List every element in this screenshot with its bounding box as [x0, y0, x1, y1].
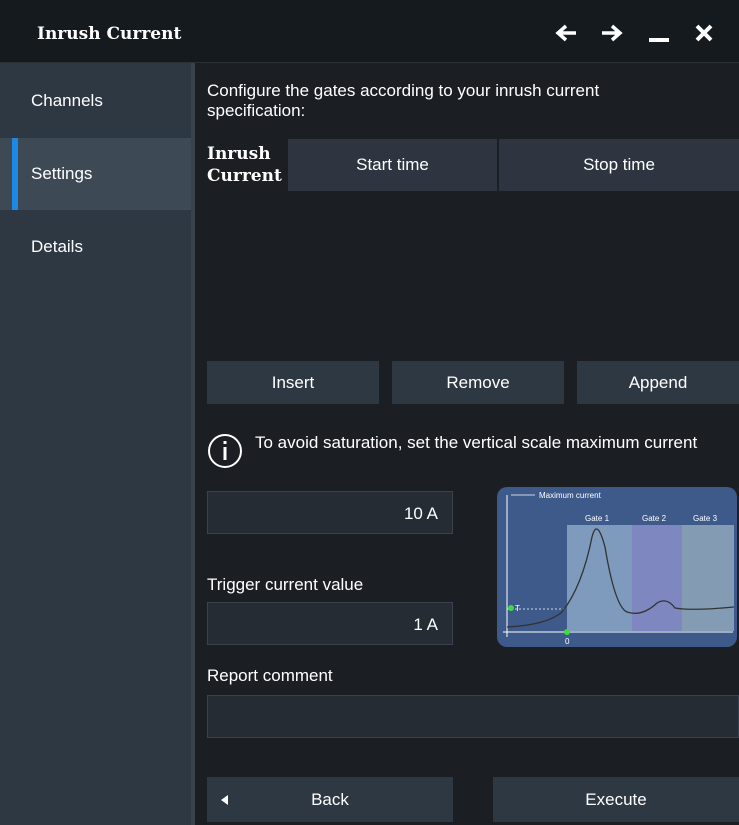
report-comment-field[interactable] — [207, 695, 739, 738]
inrush-diagram: Maximum current Gate 1 Gate 2 Gate 3 T 0 — [497, 487, 737, 647]
sidebar-item-label: Channels — [31, 91, 103, 110]
sidebar-item-label: Settings — [31, 164, 93, 183]
diagram-trigger-mark: T — [515, 604, 520, 613]
sidebar-item-channels[interactable]: Channels — [0, 65, 191, 137]
max-current-input[interactable]: 10 A — [207, 491, 453, 534]
max-current-value: 10 A — [403, 504, 438, 523]
sidebar-item-label: Details — [31, 237, 83, 256]
execute-button[interactable]: Execute — [493, 777, 739, 822]
settings-panel: Configure the gates according to your in… — [195, 63, 739, 825]
active-indicator — [12, 138, 18, 210]
info-text: To avoid saturation, set the vertical sc… — [255, 433, 698, 452]
trigger-current-value: 1 A — [413, 615, 438, 634]
diagram-gate2-label: Gate 2 — [642, 514, 667, 523]
triangle-left-icon — [221, 795, 228, 805]
arrow-left-icon[interactable] — [550, 18, 582, 48]
back-label: Back — [311, 789, 349, 809]
col-header-inrush-current: Inrush Current — [207, 144, 282, 186]
title-bar: Inrush Current — [0, 0, 739, 63]
col-header-stop-time[interactable]: Stop time — [499, 139, 739, 191]
diagram-max-label: Maximum current — [539, 491, 602, 500]
sidebar: Channels Settings Details — [0, 63, 191, 825]
minimize-icon[interactable] — [643, 18, 675, 48]
table-header-name: Inrush Current — [207, 139, 287, 191]
insert-button[interactable]: Insert — [207, 361, 379, 404]
report-comment-label: Report comment — [207, 666, 333, 685]
trigger-label: Trigger current value — [207, 575, 364, 594]
sidebar-item-settings[interactable]: Settings — [0, 138, 191, 210]
col-header-start-time[interactable]: Start time — [288, 139, 497, 191]
close-icon[interactable] — [688, 18, 720, 48]
sidebar-item-details[interactable]: Details — [0, 211, 191, 283]
arrow-right-icon[interactable] — [596, 18, 628, 48]
back-button[interactable]: Back — [207, 777, 453, 822]
append-button[interactable]: Append — [577, 361, 739, 404]
diagram-gate1-label: Gate 1 — [585, 514, 610, 523]
instruction-text: Configure the gates according to your in… — [207, 81, 600, 120]
diagram-zero-label: 0 — [565, 637, 570, 646]
trigger-current-input[interactable]: 1 A — [207, 602, 453, 645]
diagram-gate3-label: Gate 3 — [693, 514, 718, 523]
remove-button[interactable]: Remove — [392, 361, 564, 404]
window-title: Inrush Current — [37, 24, 182, 44]
info-icon — [207, 433, 243, 469]
